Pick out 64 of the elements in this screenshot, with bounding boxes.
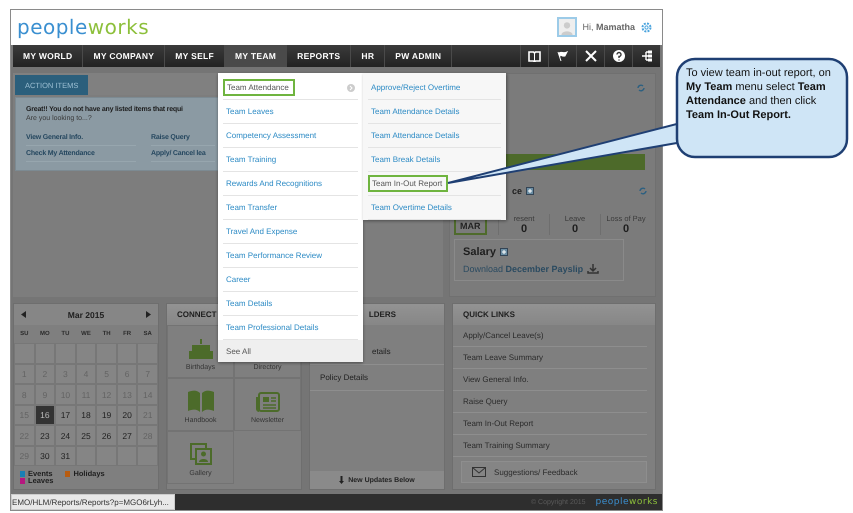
quick-link[interactable]: Raise Query <box>453 391 647 414</box>
menu-item[interactable]: Competency Assessment <box>223 124 358 148</box>
menu-item[interactable]: Team Leaves <box>223 100 358 124</box>
payslip-link[interactable]: Download December Payslip <box>463 264 584 274</box>
quick-link[interactable]: Team Training Summary <box>453 435 647 458</box>
download-icon[interactable] <box>587 264 600 274</box>
status-url: EMO/HLM/Reports/Reports?p=MGO6rLyh... <box>11 494 175 510</box>
menu-item[interactable]: Rewards And Recognitions <box>223 172 358 196</box>
book-icon <box>188 390 214 412</box>
quick-link[interactable]: Team Leave Summary <box>453 347 647 370</box>
calendar-day[interactable]: 27 <box>116 425 138 446</box>
stat-value: 0 <box>572 223 578 236</box>
reminder-item[interactable]: Policy Details <box>310 365 444 392</box>
book-icon[interactable] <box>528 50 541 62</box>
quick-link[interactable]: View General Info. <box>453 369 647 392</box>
calendar-day[interactable]: 17 <box>55 404 76 426</box>
salary-title: Salary <box>463 246 496 258</box>
stat-value: 0 <box>622 223 630 236</box>
menu-item[interactable]: Travel And Expense <box>223 220 358 244</box>
expand-icon[interactable] <box>526 187 534 196</box>
see-all-link[interactable]: See All <box>218 340 363 362</box>
feedback-button[interactable]: Suggestions/ Feedback <box>461 461 647 484</box>
calendar-day[interactable]: 30 <box>34 446 56 466</box>
help-icon[interactable] <box>612 50 624 62</box>
calendar-day[interactable]: 20 <box>116 404 138 426</box>
panel-title: QUICK LINKS <box>453 304 655 326</box>
down-arrow-icon <box>339 476 344 484</box>
avatar-icon <box>557 17 578 38</box>
menu-item[interactable]: Team Details <box>223 292 358 316</box>
submenu-item[interactable]: Approve/Reject Overtime <box>368 76 501 100</box>
calendar-day[interactable]: 25 <box>76 425 96 446</box>
user-greeting: Hi, Mamatha <box>582 22 635 32</box>
cake-icon <box>188 339 212 360</box>
expand-icon[interactable] <box>500 248 508 256</box>
submenu-item[interactable]: Team Overtime Details <box>368 196 501 220</box>
logo: peopleworks <box>17 15 150 40</box>
calendar-day[interactable]: 26 <box>96 425 117 446</box>
calendar-day[interactable]: 24 <box>55 425 76 446</box>
calendar-day[interactable]: 31 <box>55 446 76 466</box>
mail-icon <box>472 467 486 478</box>
submenu-item[interactable]: Team Attendance Details <box>368 100 501 124</box>
attendance-title: ce <box>512 186 522 196</box>
calendar-month: Mar 2015 <box>66 308 106 322</box>
sitemap-icon[interactable] <box>640 50 652 62</box>
gallery-icon <box>190 443 212 466</box>
calendar-day[interactable]: 23 <box>34 425 56 446</box>
settings-icon[interactable] <box>641 22 652 33</box>
quick-link[interactable]: Team In-Out Report <box>453 413 647 436</box>
menu-item[interactable]: Team Performance Review <box>223 244 358 268</box>
menu-item[interactable]: Team Attendance <box>223 76 358 100</box>
calendar-day[interactable]: 18 <box>76 404 96 426</box>
menu-item[interactable]: Career <box>223 268 358 292</box>
quick-link[interactable]: Apply/Cancel Leave(s) <box>453 325 647 348</box>
flag-icon[interactable] <box>557 50 568 62</box>
nav-tab[interactable]: MY TEAM <box>225 44 288 68</box>
logo: peopleworks <box>596 497 658 508</box>
newspaper-icon <box>256 392 280 412</box>
stat-value: 0 <box>520 223 528 236</box>
calendar-day[interactable]: 19 <box>96 404 117 426</box>
menu-item[interactable]: Team Training <box>223 148 358 172</box>
submenu-item[interactable]: Team Attendance Details <box>368 124 501 148</box>
calendar-day[interactable]: 16 <box>34 404 56 426</box>
callout-text: To view team in-out report, on My Team menu select Team Attendance and then click Team In-Out Report. <box>686 66 832 122</box>
menu-item[interactable]: Team Transfer <box>223 196 358 220</box>
